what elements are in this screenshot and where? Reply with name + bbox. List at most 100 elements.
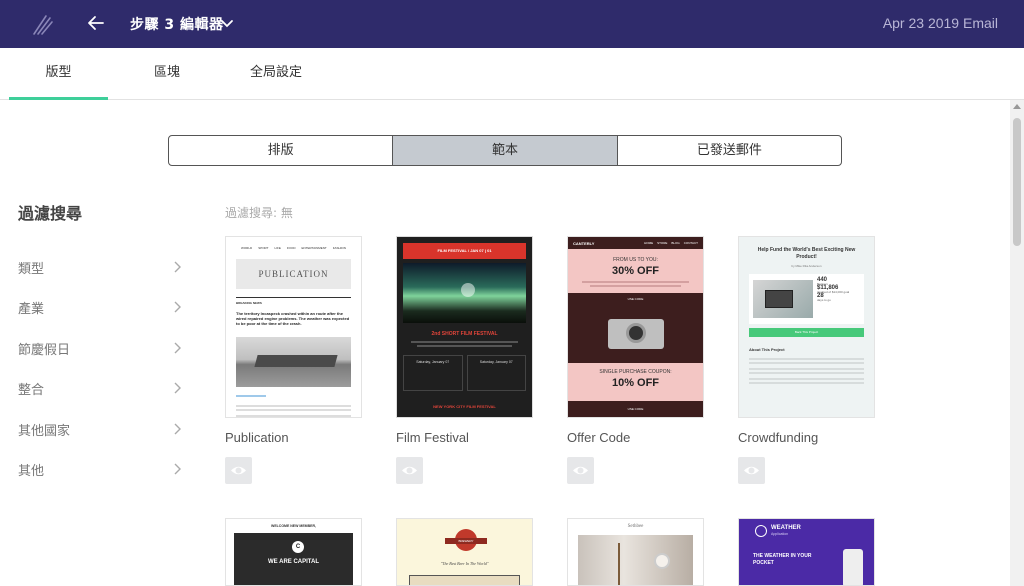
preview-brand: Sethbee: [627, 524, 644, 529]
filter-label: 節慶假日: [18, 343, 71, 358]
preview-nav-item: FOOD: [286, 246, 296, 250]
preview-title: WE ARE CAPITAL: [268, 559, 319, 565]
filter-title: 過濾搜尋: [18, 204, 83, 223]
eye-icon: [231, 466, 246, 475]
template-thumbnail[interactable]: Sethbee: [567, 518, 704, 586]
preview-button[interactable]: [396, 457, 423, 484]
preview-image: [403, 263, 526, 323]
filter-label: 類型: [18, 262, 45, 277]
preview-nav-item: STORE: [657, 241, 668, 245]
preview-button[interactable]: [567, 457, 594, 484]
filter-state: 過濾搜尋: 無: [225, 206, 293, 220]
preview-nav-item: FASHION: [332, 246, 346, 250]
preview-byline: by Mike Rita Anderson: [791, 264, 822, 268]
preview-footer: NEW YORK CITY FILM FESTIVAL: [433, 404, 496, 409]
eye-icon: [402, 466, 417, 475]
brand-logo-icon[interactable]: [30, 12, 54, 36]
preview-logo: C: [292, 541, 304, 553]
preview-image: [236, 337, 351, 387]
preview-nav-item: BLOG: [671, 241, 680, 245]
template-card-crowdfunding: Help Fund the World's Best Exciting New …: [738, 236, 875, 484]
segment-templates[interactable]: 範本: [393, 136, 618, 165]
scrollbar-thumb[interactable]: [1013, 118, 1021, 246]
template-name: Film Festival: [396, 430, 469, 445]
preview-nav-item: WORLD: [241, 246, 253, 250]
preview-heading: Help Fund the World's Best Exciting New …: [757, 247, 856, 260]
preview-nav-item: LIFE: [274, 246, 281, 250]
preview-nav: WORLD SPORT LIFE FOOD ENTERTAINMENT FASH…: [226, 237, 361, 250]
template-card-sethbee: Sethbee: [567, 518, 704, 586]
filter-industry[interactable]: 產業: [18, 298, 182, 322]
filter-label: 產業: [18, 302, 45, 317]
segment-layouts[interactable]: 排版: [169, 136, 394, 165]
tab-global-settings[interactable]: 全局設定: [226, 48, 326, 100]
filter-holidays[interactable]: 節慶假日: [18, 339, 182, 363]
back-arrow-icon[interactable]: [86, 13, 106, 33]
template-name: Publication: [225, 430, 289, 445]
preview-nav-item: HOME: [644, 241, 654, 245]
chevron-right-icon: [174, 382, 181, 394]
template-name: Offer Code: [567, 430, 631, 445]
tab-blocks[interactable]: 區塊: [118, 48, 216, 100]
email-name: Apr 23 2019 Email: [882, 15, 998, 31]
preview-button[interactable]: [225, 457, 252, 484]
template-card-film-festival: FILM FESTIVAL / JAN 07 | 01 2nd SHORT FI…: [396, 236, 533, 484]
preview-headline: The territory Incaspeck crashed within a…: [236, 311, 350, 326]
preview-offer-label: SINGLE PURCHASE COUPON:: [599, 369, 672, 375]
preview-masthead: PUBLICATION: [236, 259, 351, 289]
template-thumbnail[interactable]: WELCOME NEW MEMBER, C WE ARE CAPITAL: [225, 518, 362, 586]
template-thumbnail[interactable]: CANTERLY HOME STORE BLOG CONTACT FROM US…: [567, 236, 704, 418]
filter-type[interactable]: 類型: [18, 258, 182, 282]
editor-tabs: 版型 區塊 全局設定: [0, 48, 1024, 100]
page-scrollbar[interactable]: [1010, 100, 1024, 586]
preview-tagline: "The Best Beer In The World": [440, 561, 489, 566]
chevron-right-icon: [174, 301, 181, 313]
preview-button[interactable]: [738, 457, 765, 484]
preview-code: USE CODE: [627, 297, 644, 301]
template-source-switch: 排版 範本 已發送郵件: [168, 135, 842, 166]
template-card-weather: WEATHER Application THE WEATHER IN YOUR …: [738, 518, 875, 586]
filter-other-countries[interactable]: 其他國家: [18, 420, 182, 444]
step-title[interactable]: 步驟 3 編輯器: [130, 14, 224, 34]
preview-code: USE CODE: [568, 401, 703, 417]
chevron-right-icon: [174, 261, 181, 273]
template-card-brewery: BREWERY "The Best Beer In The World": [396, 518, 533, 586]
tab-layouts[interactable]: 版型: [9, 48, 108, 100]
template-thumbnail[interactable]: BREWERY "The Best Beer In The World": [396, 518, 533, 586]
segment-sent-emails[interactable]: 已發送郵件: [618, 136, 841, 165]
preview-nav-item: CONTACT: [683, 241, 698, 245]
preview-cta: Back This Project: [749, 328, 864, 337]
template-thumbnail[interactable]: Help Fund the World's Best Exciting New …: [738, 236, 875, 418]
filter-label: 其他國家: [18, 424, 71, 439]
preview-offer-value: 10% OFF: [611, 377, 660, 389]
scroll-up-arrow-icon[interactable]: [1013, 104, 1021, 109]
preview-offer-label: FROM US TO YOU:: [613, 257, 658, 263]
preview-date: Saturday, January 07: [403, 355, 463, 391]
template-thumbnail[interactable]: WEATHER Application THE WEATHER IN YOUR …: [738, 518, 875, 586]
preview-banner: FILM FESTIVAL / JAN 07 | 01: [403, 243, 526, 259]
preview-stat-label: days to go: [817, 298, 831, 302]
preview-title: THE WEATHER IN YOUR POCKET: [753, 553, 812, 566]
chevron-right-icon: [174, 463, 181, 475]
eye-icon: [573, 466, 588, 475]
preview-heading: 2nd SHORT FILM FESTIVAL: [431, 331, 498, 337]
filter-integrations[interactable]: 整合: [18, 379, 182, 403]
preview-badge: BREWERY: [445, 538, 487, 544]
chevron-right-icon: [174, 342, 181, 354]
filter-label: 整合: [18, 383, 45, 398]
preview-brand-sub: Application: [771, 532, 789, 536]
preview-section: BREAKING NEWS: [236, 301, 262, 305]
preview-brand: WEATHER: [771, 525, 801, 531]
chevron-down-icon[interactable]: [220, 16, 234, 30]
preview-header: CANTERLY HOME STORE BLOG CONTACT: [568, 237, 703, 249]
preview-offer-value: 30% OFF: [611, 265, 660, 277]
preview-top: WELCOME NEW MEMBER,: [271, 524, 316, 528]
template-name: Crowdfunding: [738, 430, 819, 445]
template-card-capital: WELCOME NEW MEMBER, C WE ARE CAPITAL: [225, 518, 362, 586]
template-thumbnail[interactable]: WORLD SPORT LIFE FOOD ENTERTAINMENT FASH…: [225, 236, 362, 418]
filter-other[interactable]: 其他: [18, 460, 182, 484]
template-thumbnail[interactable]: FILM FESTIVAL / JAN 07 | 01 2nd SHORT FI…: [396, 236, 533, 418]
chevron-right-icon: [174, 423, 181, 435]
preview-about: About This Project: [749, 347, 785, 352]
preview-nav-item: SPORT: [258, 246, 269, 250]
